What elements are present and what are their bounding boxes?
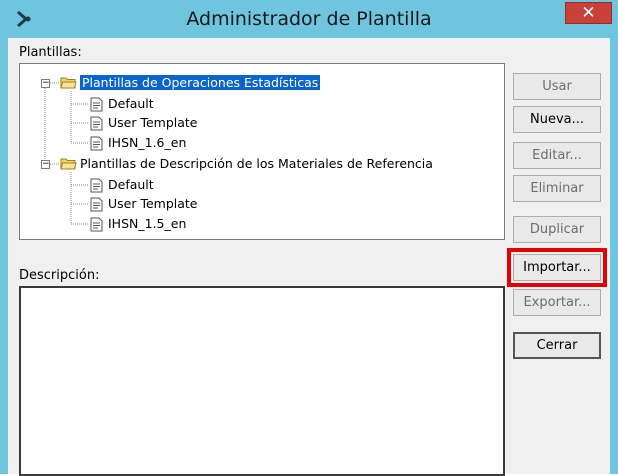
use-button[interactable]: Usar [513,73,601,100]
collapse-icon[interactable]: − [41,160,50,169]
tree-item-user-template[interactable]: User Template [108,196,198,211]
template-file-icon [90,217,103,232]
close-button[interactable]: Cerrar [513,332,601,359]
export-button[interactable]: Exportar... [513,289,601,316]
close-icon: ✕ [581,2,596,23]
edit-button[interactable]: Editar... [513,142,601,169]
close-window-button[interactable]: ✕ [565,2,612,24]
tree-item-label: Plantillas de Descripción de los Materia… [80,156,433,171]
import-button[interactable]: Importar... [507,248,607,287]
template-file-icon [90,178,103,193]
templates-tree[interactable]: − Plantillas de Operaciones Estadísticas… [19,63,505,240]
dialog-body: Plantillas: − Plantillas de Operaciones … [8,38,610,476]
tree-item-ihsn-1-6[interactable]: IHSN_1.6_en [108,135,186,150]
tree-connector-lines [44,82,89,225]
delete-button[interactable]: Eliminar [513,175,601,202]
folder-open-icon [60,77,77,89]
new-button[interactable]: Nueva... [513,106,601,133]
tree-item-default[interactable]: Default [108,96,154,111]
folder-open-icon [60,158,77,170]
template-file-icon [90,197,103,212]
template-file-icon [90,97,103,112]
collapse-icon[interactable]: − [41,79,50,88]
template-file-icon [90,136,103,151]
template-file-icon [90,116,103,131]
template-manager-window: Administrador de Plantilla ✕ Plantillas: [0,0,618,476]
window-title: Administrador de Plantilla [186,8,432,30]
title-bar[interactable]: Administrador de Plantilla ✕ [0,0,618,38]
duplicate-button[interactable]: Duplicar [513,216,601,243]
tree-item-ihsn-1-5[interactable]: IHSN_1.5_en [108,216,186,231]
tree-item-user-template[interactable]: User Template [108,115,198,130]
description-textarea[interactable] [19,286,505,476]
tree-item-label: Plantillas de Operaciones Estadísticas [80,75,321,90]
tree-item-statistical-operations[interactable]: Plantillas de Operaciones Estadísticas [80,75,321,90]
tree-item-default[interactable]: Default [108,177,154,192]
tree-item-reference-materials[interactable]: Plantillas de Descripción de los Materia… [80,156,433,171]
description-label: Descripción: [19,268,100,283]
templates-label: Plantillas: [19,45,82,60]
